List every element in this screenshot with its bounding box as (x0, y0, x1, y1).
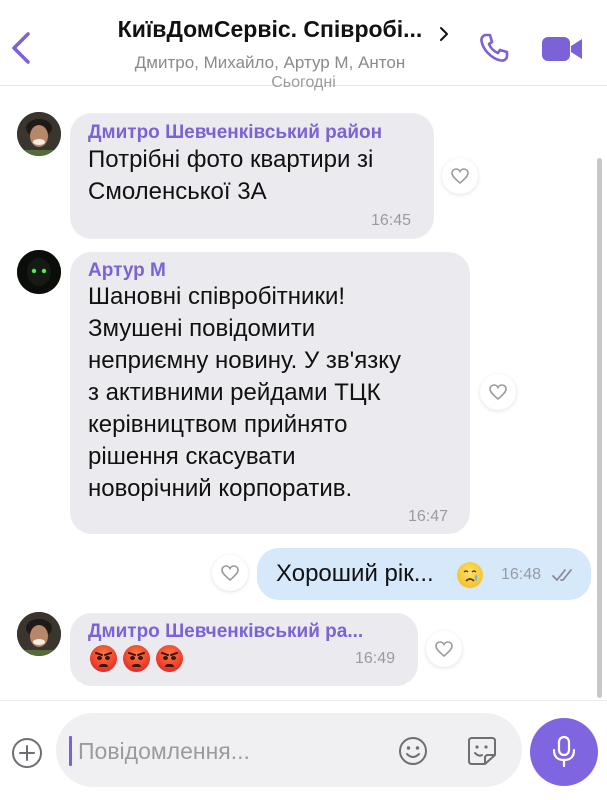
chat-title-area[interactable]: КиївДомСервіс. Співробі... Дмитро, Михай… (70, 16, 470, 73)
message-text-line: неприємну новину. У зв'язку (88, 347, 401, 374)
phone-icon[interactable] (478, 32, 510, 64)
like-button[interactable] (442, 158, 478, 194)
heart-icon (489, 384, 507, 401)
heart-icon (221, 565, 239, 582)
avatar[interactable] (17, 250, 61, 294)
message-sender[interactable]: Артур М (88, 260, 166, 282)
message-time: 16:45 (371, 212, 412, 229)
message-time: 16:49 (355, 650, 396, 667)
message-time: 16:47 (408, 508, 449, 525)
angry-face-emoji (90, 645, 117, 672)
avatar-dark-figure (17, 250, 61, 294)
scrollbar[interactable] (597, 158, 602, 698)
message-text-line: з активними рейдами ТЦК (88, 379, 381, 406)
message-text-line: новорічний корпоратив. (88, 475, 353, 502)
avatar[interactable] (17, 612, 61, 656)
angry-face-emoji (156, 645, 183, 672)
avatar[interactable] (17, 112, 61, 156)
like-button[interactable] (212, 555, 248, 591)
chat-members: Дмитро, Михайло, Артур М, Антон (134, 53, 406, 72)
date-separator: Сьогодні (271, 74, 336, 91)
message-sender[interactable]: Дмитро Шевченківський район (88, 122, 382, 144)
message-text-line: рішення скасувати (88, 443, 296, 470)
avatar-photo (17, 112, 61, 156)
plus-icon[interactable] (10, 736, 44, 770)
angry-face-emoji (123, 645, 150, 672)
avatar-photo (17, 612, 61, 656)
like-button[interactable] (426, 631, 462, 667)
back-icon[interactable] (8, 28, 36, 68)
message-time: 16:48 (501, 566, 542, 583)
heart-icon (435, 641, 453, 658)
message-input-placeholder[interactable]: Повідомлення... (78, 738, 250, 765)
message-sender[interactable]: Дмитро Шевченківський ра... (88, 621, 363, 643)
chevron-right-icon[interactable] (438, 26, 450, 42)
video-icon[interactable] (540, 34, 584, 64)
microphone-button[interactable] (530, 718, 598, 786)
message-text-line: Шановні співробітники! (88, 283, 346, 310)
message-text: Хороший рік... (276, 560, 434, 587)
microphone-icon (552, 735, 576, 768)
message-text-line: Потрібні фото квартири зі (88, 146, 374, 173)
heart-icon (451, 168, 469, 185)
message-text-line: Смоленської 3А (88, 178, 267, 205)
message-text-line: Змушені повідомити (88, 315, 316, 342)
read-double-check-icon (552, 569, 572, 581)
emoji-row (90, 645, 189, 673)
text-cursor (69, 736, 72, 766)
chat-title[interactable]: КиївДомСервіс. Співробі... (118, 16, 423, 43)
message-text-line: керівництвом прийнято (88, 411, 348, 438)
sticker-icon[interactable] (465, 735, 499, 767)
smile-icon[interactable] (397, 735, 429, 767)
like-button[interactable] (480, 374, 516, 410)
crying-face-emoji (457, 562, 483, 588)
